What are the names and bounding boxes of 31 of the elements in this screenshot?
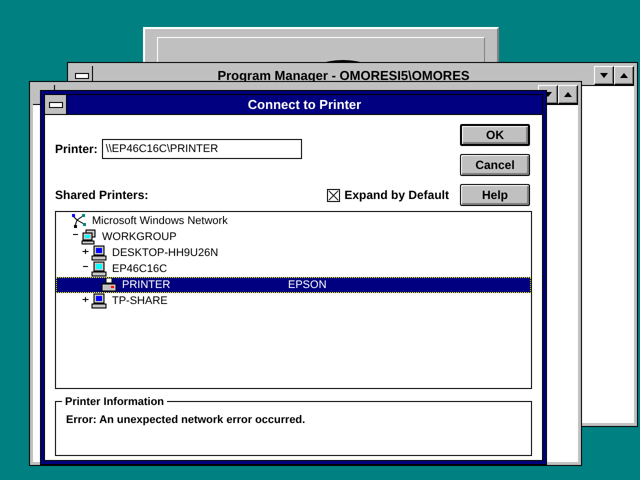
checkbox[interactable] [327,188,340,202]
tree-item[interactable]: WORKGROUP [56,229,531,245]
network-icon [71,213,87,230]
tree-item[interactable]: DESKTOP-HH9U26N [56,245,531,261]
printer-icon [101,277,117,294]
tree-item[interactable]: TP-SHARE [56,293,531,309]
maximize-button[interactable] [614,66,634,85]
system-menu-icon[interactable] [45,95,67,114]
shared-printers-label: Shared Printers: [55,187,148,204]
computer-icon [91,293,107,310]
printer-field[interactable]: \\EP46C16C\PRINTER [102,139,302,159]
error-message: Error: An unexpected network error occurred. [66,413,306,428]
computer-icon [91,245,107,262]
dialog-title: Connect to Printer [246,96,362,114]
printer-description: EPSON [288,278,328,293]
down-arrow-icon [600,73,608,78]
dialog-button[interactable]: Cancel [460,154,530,176]
checkbox-label[interactable]: Expand by Default [344,186,449,204]
minimize-button[interactable] [594,66,614,85]
window-title: Program Manager - OMORESI5\OMORES [216,67,471,85]
tree-item[interactable]: Microsoft Windows Network [56,213,531,229]
dialog-button[interactable]: OK [460,124,530,146]
printer-label: Printer: [55,141,98,158]
computers-icon [81,229,97,246]
up-arrow-icon [564,92,572,97]
computer-icon [91,261,107,278]
up-arrow-icon [620,73,628,78]
maximize-button[interactable] [558,85,578,104]
tree-item[interactable]: EP46C16C [56,261,531,277]
dialog-button[interactable]: Help [460,184,530,206]
tree-item[interactable]: PRINTER EPSON [56,277,531,293]
